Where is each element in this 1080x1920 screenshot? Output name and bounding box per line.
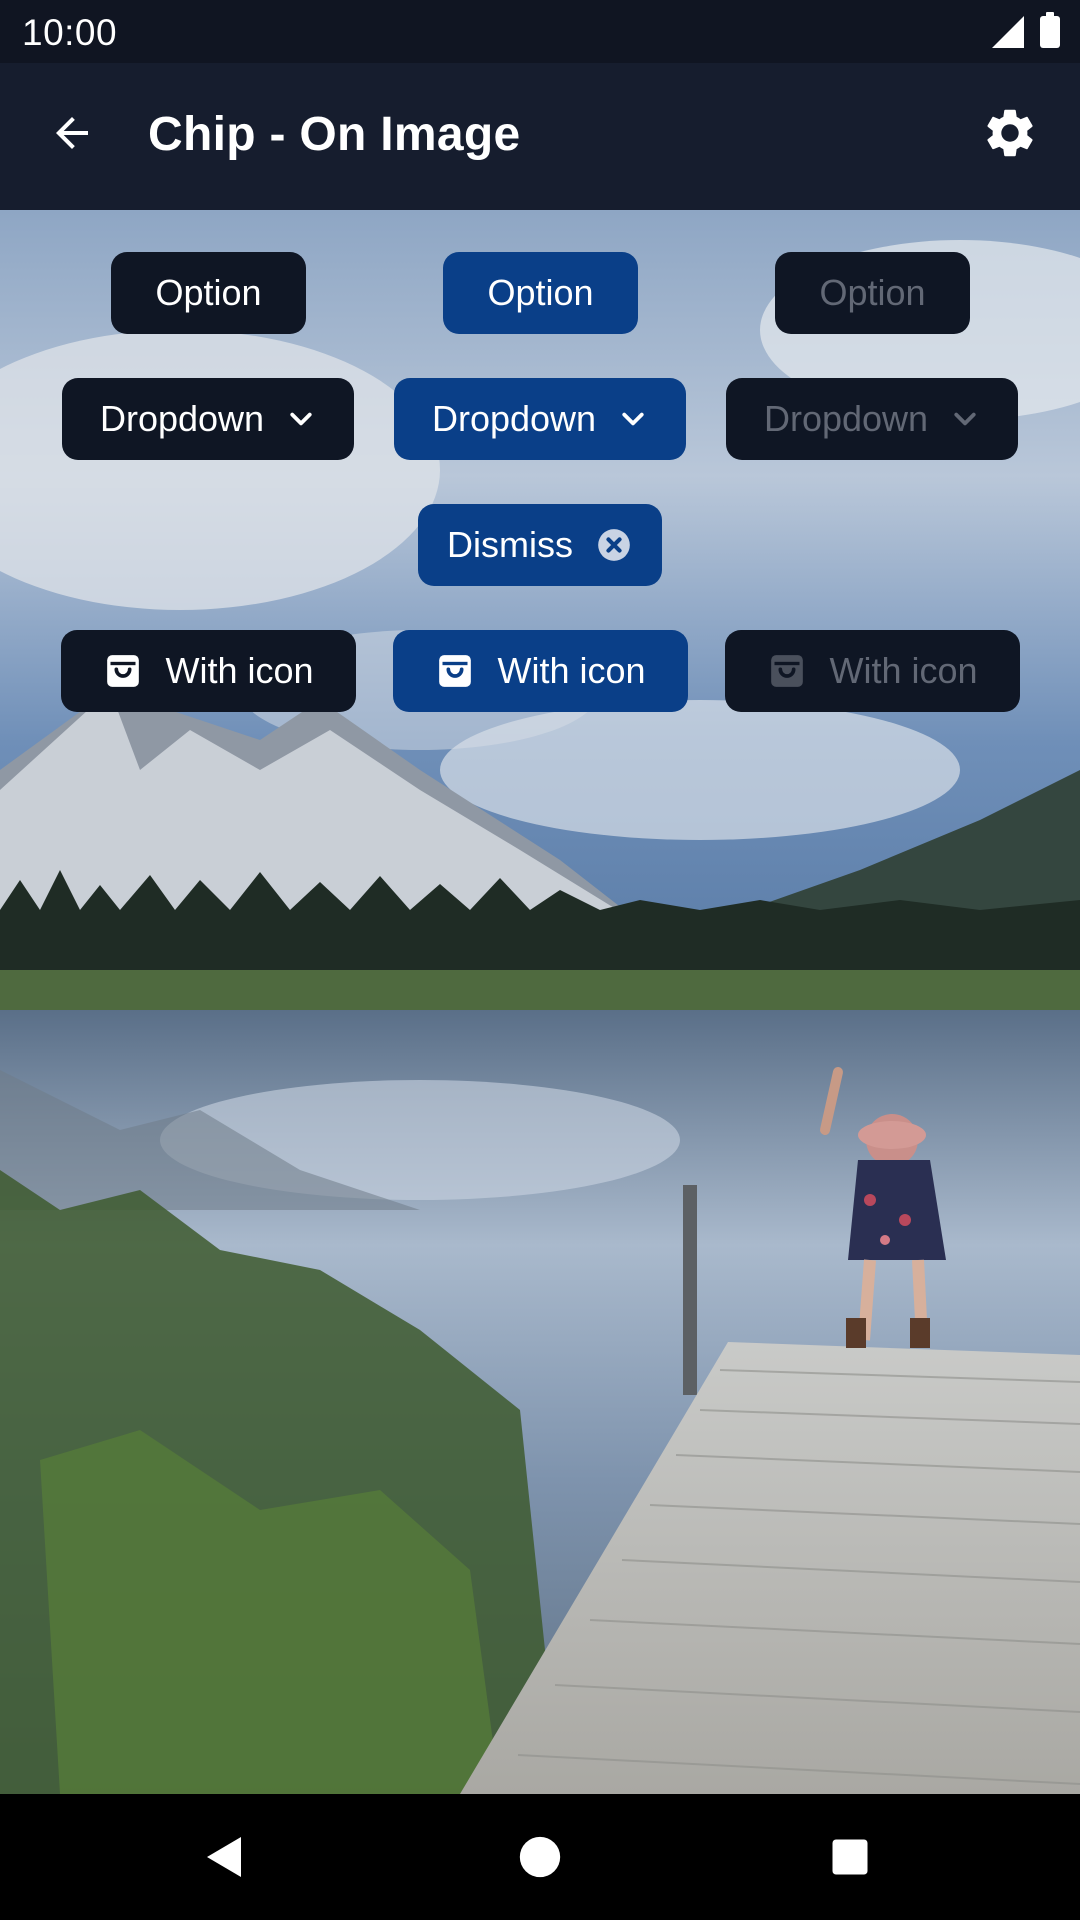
- cell-signal-icon: [992, 16, 1024, 48]
- nav-home-button[interactable]: [510, 1827, 570, 1887]
- nav-recents-square-icon: [832, 1839, 868, 1875]
- nav-recents-button[interactable]: [820, 1827, 880, 1887]
- chip-label: Option: [487, 272, 594, 313]
- status-bar: 10:00: [0, 0, 1080, 63]
- chip-label: Dropdown: [431, 398, 597, 439]
- shopping-bag-icon: [771, 655, 804, 687]
- option-chip-disabled: Option: [775, 252, 970, 334]
- with-icon-chip-disabled: With icon: [725, 630, 1020, 712]
- chip-label: Dropdown: [763, 398, 929, 439]
- settings-button[interactable]: [974, 97, 1046, 169]
- nav-back-triangle-icon: [207, 1837, 241, 1877]
- shopping-bag-icon: [107, 655, 140, 687]
- with-icon-chip-selected[interactable]: With icon: [393, 630, 688, 712]
- option-chip-default[interactable]: Option: [111, 252, 306, 334]
- nav-back-button[interactable]: [195, 1827, 255, 1887]
- dropdown-chip-selected[interactable]: Dropdown: [394, 378, 686, 460]
- battery-full-icon: [1040, 12, 1060, 48]
- option-chip-selected[interactable]: Option: [443, 252, 638, 334]
- shopping-bag-icon: [439, 655, 472, 687]
- chip-label: With icon: [497, 650, 646, 691]
- status-time: 10:00: [22, 12, 118, 53]
- background-image: Option Option Option Dropdown Dropdown D…: [0, 210, 1080, 1794]
- back-button[interactable]: [36, 97, 108, 169]
- with-icon-chip-default[interactable]: With icon: [61, 630, 356, 712]
- nav-home-circle-icon: [519, 1836, 561, 1878]
- status-icons: [992, 12, 1060, 50]
- gear-icon: [987, 109, 1033, 157]
- chip-label: With icon: [165, 650, 314, 691]
- close-circle-icon[interactable]: [595, 526, 633, 564]
- chip-label: Dropdown: [99, 398, 265, 439]
- dropdown-chip-default[interactable]: Dropdown: [62, 378, 354, 460]
- dropdown-chip-disabled: Dropdown: [726, 378, 1018, 460]
- chevron-down-icon: [622, 412, 644, 426]
- chip-label: Dismiss: [447, 524, 573, 565]
- system-navigation-bar: [0, 1794, 1080, 1920]
- chip-label: Option: [155, 272, 262, 313]
- chip-label: With icon: [829, 650, 978, 691]
- chevron-down-icon: [290, 412, 312, 426]
- arrow-back-icon: [56, 117, 88, 149]
- chip-label: Option: [819, 272, 926, 313]
- dismiss-chip[interactable]: Dismiss: [418, 504, 662, 586]
- page-title: Chip - On Image: [148, 108, 521, 161]
- chevron-down-icon: [954, 412, 976, 426]
- app-bar: Chip - On Image: [0, 63, 1080, 210]
